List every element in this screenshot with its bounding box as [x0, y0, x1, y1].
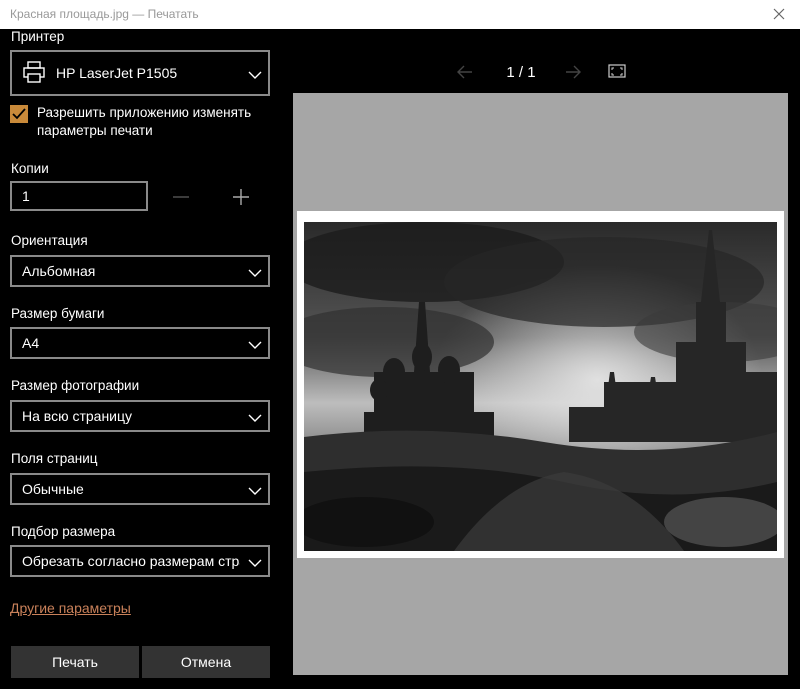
photo-size-label: Размер фотографии	[11, 378, 140, 393]
copies-value: 1	[22, 188, 30, 204]
page-navigator: 1 / 1	[450, 62, 640, 84]
close-button[interactable]	[766, 2, 792, 26]
printer-icon	[22, 61, 46, 86]
paper-size-label: Размер бумаги	[11, 306, 105, 321]
fullscreen-icon	[608, 64, 626, 78]
next-page-button[interactable]	[564, 63, 582, 85]
chevron-down-icon	[248, 337, 262, 353]
close-icon	[773, 8, 785, 20]
current-page: 1	[506, 64, 515, 81]
arrow-left-icon	[457, 65, 472, 79]
paper-size-value: A4	[22, 335, 40, 351]
copies-label: Копии	[11, 161, 49, 176]
more-settings-link[interactable]: Другие параметры	[10, 600, 131, 616]
checkmark-icon	[12, 108, 26, 120]
copies-increment-button[interactable]	[230, 186, 252, 208]
minus-icon	[173, 196, 189, 198]
allow-change-label: Разрешить приложению изменять параметры …	[37, 105, 252, 138]
copies-input[interactable]: 1	[10, 181, 148, 211]
photo-size-select[interactable]: На всю страницу	[10, 400, 270, 432]
copies-decrement-button[interactable]	[170, 186, 192, 208]
cancel-button[interactable]: Отмена	[142, 646, 270, 678]
preview-photo	[304, 222, 777, 551]
print-button[interactable]: Печать	[11, 646, 139, 678]
printer-select[interactable]: HP LaserJet P1505	[10, 50, 270, 96]
paper-size-select[interactable]: A4	[10, 327, 270, 359]
plus-icon	[233, 189, 249, 205]
arrow-right-icon	[566, 65, 581, 79]
printer-value: HP LaserJet P1505	[56, 65, 178, 81]
orientation-value: Альбомная	[22, 263, 96, 279]
photo-size-value: На всю страницу	[22, 408, 133, 424]
margins-label: Поля страниц	[11, 451, 98, 466]
prev-page-button[interactable]	[456, 63, 474, 85]
chevron-down-icon	[248, 555, 262, 571]
fullscreen-button[interactable]	[608, 63, 626, 83]
window-title: Красная площадь.jpg — Печатать	[10, 7, 199, 21]
page-separator: /	[518, 64, 524, 81]
orientation-label: Ориентация	[11, 233, 88, 248]
fit-value: Обрезать согласно размерам стра	[22, 553, 240, 569]
chevron-down-icon	[248, 483, 262, 499]
page-indicator: 1 / 1	[500, 64, 542, 81]
title-bar: Красная площадь.jpg — Печатать	[0, 0, 800, 29]
margins-value: Обычные	[22, 481, 84, 497]
bottom-edge	[0, 683, 800, 689]
chevron-down-icon	[248, 265, 262, 281]
chevron-down-icon	[248, 67, 262, 83]
settings-panel: Принтер HP LaserJet P1505 Разрешить прил…	[0, 29, 282, 689]
allow-change-checkbox[interactable]	[10, 105, 28, 123]
printer-label: Принтер	[11, 29, 65, 44]
chevron-down-icon	[248, 410, 262, 426]
total-pages: 1	[527, 64, 536, 81]
margins-select[interactable]: Обычные	[10, 473, 270, 505]
orientation-select[interactable]: Альбомная	[10, 255, 270, 287]
fit-label: Подбор размера	[11, 524, 116, 539]
fit-select[interactable]: Обрезать согласно размерам стра	[10, 545, 270, 577]
